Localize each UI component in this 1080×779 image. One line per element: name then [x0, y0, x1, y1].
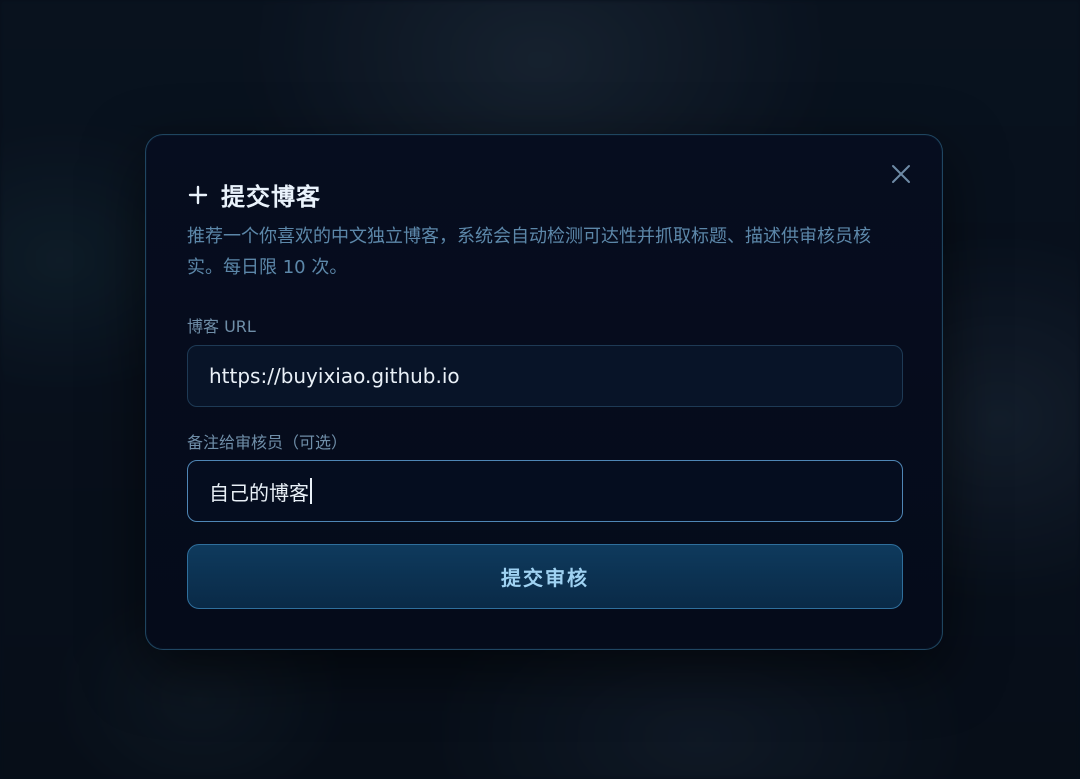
dialog-description: 推荐一个你喜欢的中文独立博客，系统会自动检测可达性并抓取标题、描述供审核员核实。… — [187, 226, 871, 278]
blog-url-value: https://buyixiao.github.io — [209, 364, 460, 388]
close-button[interactable] — [888, 161, 914, 187]
reviewer-note-value: 自己的博客 — [209, 480, 309, 505]
blog-url-input[interactable]: https://buyixiao.github.io — [187, 345, 903, 407]
note-label: 备注给审核员（可选） — [187, 433, 348, 452]
plus-icon — [187, 184, 209, 206]
dialog-header: 提交博客 — [187, 177, 321, 212]
text-caret — [310, 478, 312, 504]
submit-blog-dialog: 提交博客 推荐一个你喜欢的中文独立博客，系统会自动检测可达性并抓取标题、描述供审… — [145, 134, 943, 650]
dialog-title: 提交博客 — [221, 183, 321, 211]
submit-review-button[interactable]: 提交审核 — [187, 544, 903, 609]
reviewer-note-input[interactable]: 自己的博客 — [187, 460, 903, 522]
url-label: 博客 URL — [187, 317, 256, 336]
close-icon — [892, 165, 910, 183]
